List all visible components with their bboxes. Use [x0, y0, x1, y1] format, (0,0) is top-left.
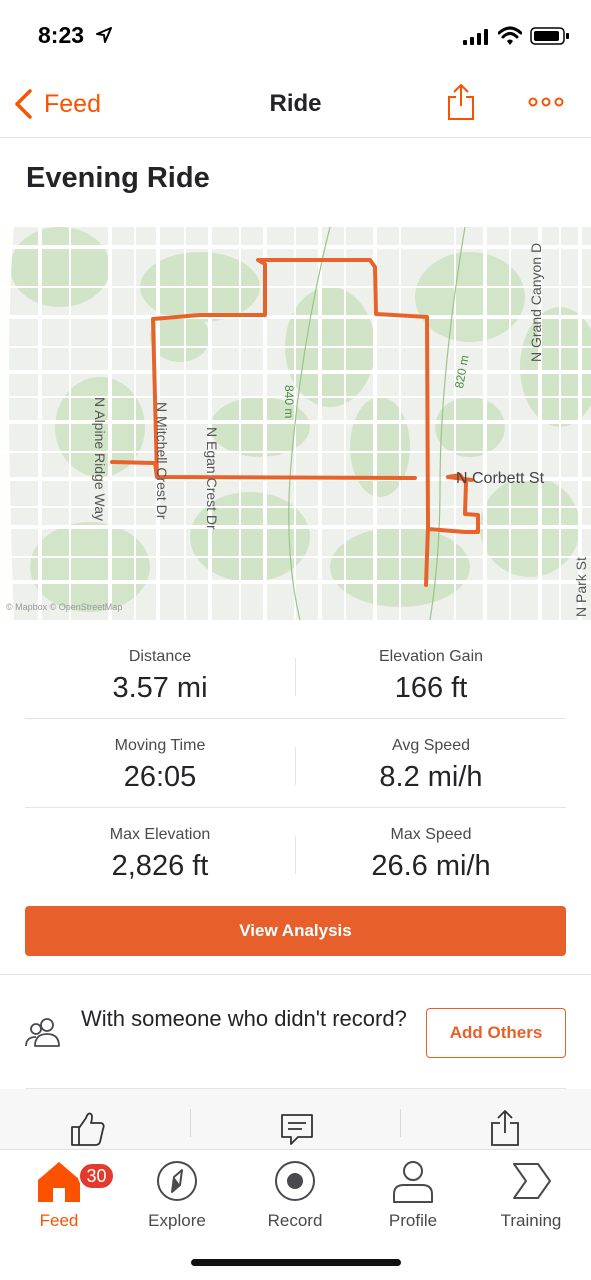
tab-label: Record [267, 1211, 323, 1230]
back-button[interactable]: Feed [12, 86, 101, 122]
activity-actions [0, 1089, 591, 1149]
stat-moving-time: Moving Time 26:05 [25, 737, 295, 794]
status-time: 8:23 [38, 22, 85, 48]
tab-label: Training [500, 1211, 562, 1230]
notification-badge: 30 [78, 1162, 115, 1190]
stat-row: Max Elevation 2,826 ft Max Speed 26.6 mi… [25, 808, 566, 897]
stat-row: Distance 3.57 mi Elevation Gain 166 ft [25, 630, 566, 719]
stat-value: 2,826 ft [111, 850, 209, 882]
share-icon[interactable] [486, 1109, 526, 1149]
home-indicator [191, 1259, 401, 1266]
stat-label: Max Elevation [109, 826, 211, 843]
tab-explore[interactable]: Explore [118, 1156, 236, 1234]
comment-icon[interactable] [278, 1109, 318, 1149]
stat-label: Distance [128, 648, 192, 665]
map-street-label: N Mitchell Crest Dr [154, 402, 170, 520]
back-label: Feed [44, 89, 101, 118]
record-icon [275, 1161, 315, 1201]
tab-label: Explore [148, 1211, 206, 1230]
stat-value: 26.6 mi/h [371, 850, 491, 882]
map-street-label: N Park St [573, 557, 589, 617]
share-icon[interactable] [446, 82, 476, 122]
tab-label: Feed [39, 1211, 79, 1230]
stat-value: 3.57 mi [112, 672, 208, 704]
signal-icon [463, 29, 488, 45]
map-street-label: N Alpine Ridge Way [92, 397, 108, 521]
map-contour-label: 840 m [282, 385, 296, 419]
status-bar: 8:23 [0, 0, 591, 72]
map-street-label: N Egan Crest Dr [204, 427, 220, 530]
stat-row: Moving Time 26:05 Avg Speed 8.2 mi/h [25, 719, 566, 808]
activity-title: Evening Ride [26, 162, 210, 194]
wifi-icon [498, 26, 522, 45]
tab-profile[interactable]: Profile [354, 1156, 472, 1234]
stat-label: Max Speed [390, 826, 472, 843]
stat-max-speed: Max Speed 26.6 mi/h [296, 826, 566, 883]
map-street-label: N Corbett St [456, 470, 545, 487]
stat-label: Avg Speed [392, 737, 470, 754]
people-icon [25, 1018, 60, 1047]
action-divider [400, 1109, 401, 1137]
stat-max-elevation: Max Elevation 2,826 ft [25, 826, 295, 883]
stat-avg-speed: Avg Speed 8.2 mi/h [296, 737, 566, 794]
chevron-left-icon [15, 89, 32, 119]
companion-prompt: With someone who didn't record? [81, 1006, 407, 1031]
stat-elevation-gain: Elevation Gain 166 ft [296, 648, 566, 705]
tab-training[interactable]: Training [472, 1156, 590, 1234]
person-icon [393, 1161, 433, 1203]
chevron-icon [513, 1163, 551, 1199]
stat-value: 26:05 [123, 761, 197, 793]
tab-label: Profile [388, 1211, 438, 1230]
home-icon [38, 1162, 80, 1202]
stat-label: Moving Time [114, 737, 206, 754]
stat-distance: Distance 3.57 mi [25, 648, 295, 705]
tab-record[interactable]: Record [236, 1156, 354, 1234]
map-graphic [0, 227, 591, 620]
battery-icon [530, 27, 569, 45]
add-others-button[interactable]: Add Others [426, 1008, 566, 1058]
route-map[interactable]: N Alpine Ridge Way N Mitchell Crest Dr N… [0, 227, 591, 620]
compass-icon [157, 1161, 197, 1201]
location-arrow-icon [96, 27, 112, 43]
nav-bar: Feed Ride [0, 72, 591, 138]
stat-value: 166 ft [394, 672, 468, 704]
more-options-icon[interactable] [528, 94, 564, 110]
map-street-label: N Grand Canyon D [528, 242, 544, 362]
thumbs-up-icon[interactable] [68, 1109, 108, 1149]
stat-value: 8.2 mi/h [379, 761, 483, 793]
stat-label: Elevation Gain [378, 648, 484, 665]
view-analysis-button[interactable]: View Analysis [25, 906, 566, 956]
divider [0, 974, 591, 975]
tab-feed[interactable]: 30 Feed [0, 1156, 118, 1234]
map-attribution: © Mapbox © OpenStreetMap [6, 602, 123, 612]
stats-panel: Distance 3.57 mi Elevation Gain 166 ft M… [25, 630, 566, 897]
action-divider [190, 1109, 191, 1137]
